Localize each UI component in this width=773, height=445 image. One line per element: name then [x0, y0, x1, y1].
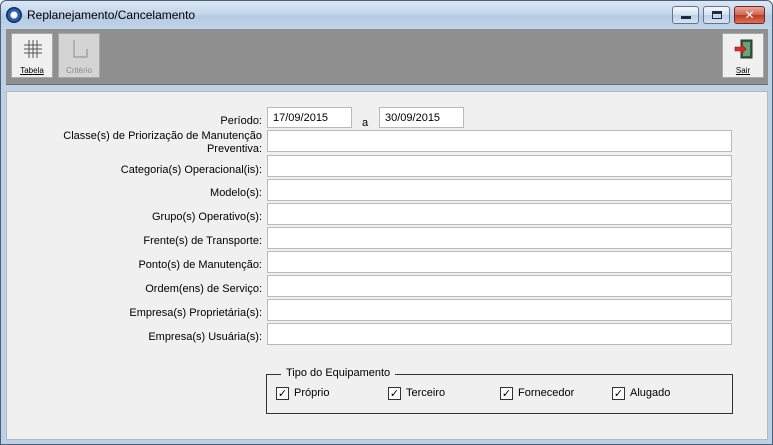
categoria-label: Categoria(s) Operacional(is):: [120, 164, 262, 176]
classe-input[interactable]: [267, 130, 732, 152]
tabela-label: Tabela: [20, 66, 44, 75]
periodo-start-input[interactable]: [267, 107, 352, 128]
sair-label: Sair: [735, 66, 751, 75]
grupo-label: Grupo(s) Operativo(s):: [151, 211, 262, 223]
title-bar[interactable]: Replanejamento/Cancelamento ✕: [1, 1, 772, 29]
frente-input[interactable]: [267, 227, 732, 249]
checkmark-icon: ✓: [500, 387, 513, 400]
checkmark-icon: ✓: [276, 387, 289, 400]
proprio-label: Próprio: [294, 387, 330, 399]
grid-icon: [24, 40, 42, 58]
ordem-label: Ordem(ens) de Serviço:: [145, 283, 262, 295]
maximize-button[interactable]: [703, 6, 730, 24]
periodo-separator: a: [362, 117, 369, 129]
categoria-input[interactable]: [267, 155, 732, 177]
frente-label: Frente(s) de Transporte:: [143, 235, 262, 247]
sair-button[interactable]: Sair: [722, 33, 764, 78]
grupo-input[interactable]: [267, 203, 732, 225]
criterio-button[interactable]: Critério: [58, 33, 100, 78]
tipo-equipamento-legend: Tipo do Equipamento: [281, 367, 396, 379]
exit-door-icon: [734, 39, 753, 59]
alugado-label: Alugado: [630, 387, 671, 399]
filter-form: Período: a Classe(s) de Priorização de M…: [6, 91, 768, 440]
close-button[interactable]: ✕: [734, 6, 765, 24]
app-logo-icon: [6, 7, 22, 23]
maximize-icon: [712, 11, 722, 19]
toolbar: Tabela Critério Sair: [6, 29, 768, 85]
tipo-equipamento-group: Tipo do Equipamento ✓ Próprio ✓ Terceiro…: [266, 367, 733, 414]
empresa-usuaria-input[interactable]: [267, 323, 732, 345]
empresa-usuaria-label: Empresa(s) Usuária(s):: [148, 331, 262, 343]
ordem-input[interactable]: [267, 275, 732, 297]
criterio-label: Critério: [66, 66, 92, 75]
periodo-label: Período:: [220, 115, 262, 127]
checkmark-icon: ✓: [388, 387, 401, 400]
bracket-icon: [73, 40, 88, 58]
modelo-label: Modelo(s):: [210, 187, 262, 199]
classe-label: Classe(s) de Priorização de Manutenção P…: [63, 130, 262, 155]
window-title: Replanejamento/Cancelamento: [27, 8, 196, 22]
close-icon: ✕: [744, 8, 755, 22]
tabela-button[interactable]: Tabela: [11, 33, 53, 78]
application-window: Replanejamento/Cancelamento ✕ Tabela Cri…: [0, 0, 773, 445]
empresa-proprietaria-input[interactable]: [267, 299, 732, 321]
minimize-button[interactable]: [672, 6, 699, 24]
fornecedor-label: Fornecedor: [518, 387, 575, 399]
modelo-input[interactable]: [267, 179, 732, 201]
checkmark-icon: ✓: [612, 387, 625, 400]
empresa-proprietaria-label: Empresa(s) Proprietária(s):: [129, 307, 262, 319]
ponto-input[interactable]: [267, 251, 732, 273]
minimize-icon: [681, 16, 691, 19]
periodo-end-input[interactable]: [379, 107, 464, 128]
terceiro-label: Terceiro: [406, 387, 446, 399]
ponto-label: Ponto(s) de Manutenção:: [138, 259, 262, 271]
